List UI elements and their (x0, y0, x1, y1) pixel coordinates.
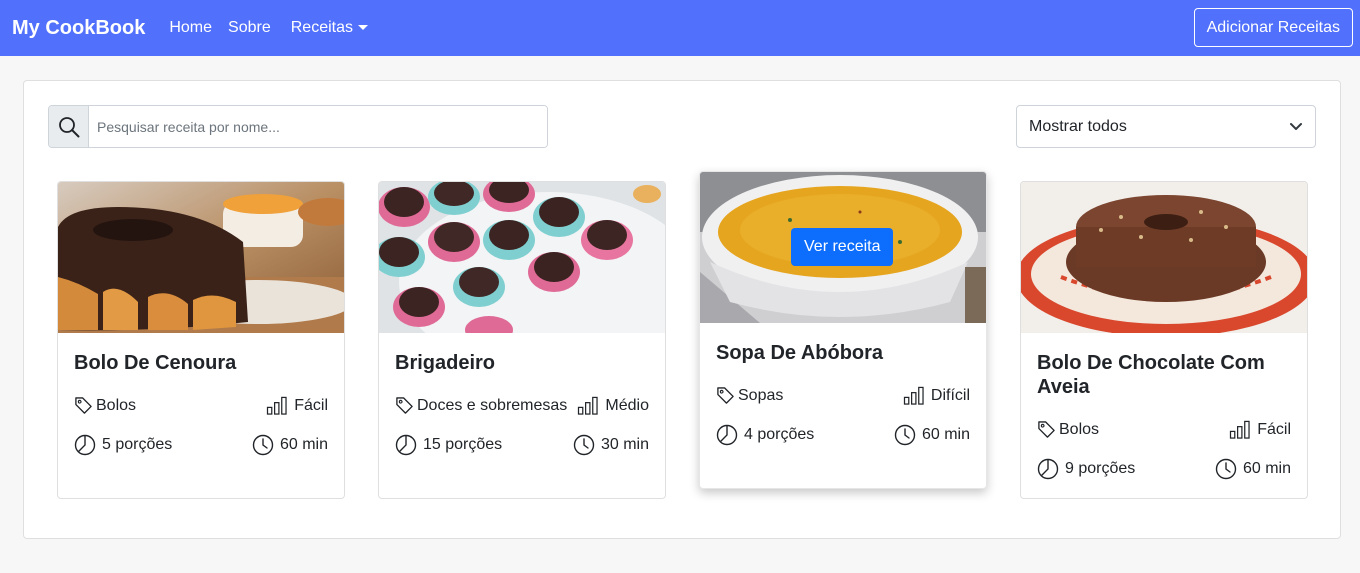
chevron-down-icon (1290, 122, 1302, 130)
search-input[interactable] (89, 106, 547, 147)
recipe-meta-row: Bolos Fácil (1021, 420, 1307, 439)
recipe-portions-label: 5 porções (102, 436, 173, 453)
clock-icon (894, 424, 916, 446)
caret-down-icon (357, 24, 368, 30)
recipe-card[interactable]: Bolo De Chocolate Com Aveia Bolos Fácil … (1020, 181, 1308, 499)
recipe-time-label: 30 min (600, 436, 649, 453)
bar-chart-icon (1230, 420, 1250, 439)
recipe-difficulty-label: Fácil (294, 396, 328, 414)
tag-icon (1038, 421, 1055, 438)
nav-recipes-label: Receitas (290, 19, 353, 36)
recipe-meta-row: 15 porções 30 min (379, 434, 665, 456)
recipe-difficulty-label: Fácil (1257, 420, 1291, 438)
recipe-image-carrot-cake (58, 182, 344, 333)
recipe-time: 60 min (252, 434, 328, 456)
recipe-portions-label: 15 porções (423, 436, 503, 453)
pie-chart-icon (716, 424, 738, 446)
recipe-portions: 4 porções (716, 424, 814, 446)
nav-home-link[interactable]: Home (169, 19, 212, 37)
recipe-time-label: 60 min (921, 426, 970, 443)
recipe-category-label: Doces e sobremesas (417, 396, 568, 414)
recipe-difficulty: Fácil (266, 396, 328, 415)
pie-chart-icon (74, 434, 96, 456)
recipe-time: 60 min (1215, 458, 1291, 480)
recipe-card[interactable]: Ver receita Sopa De Abóbora Sopas Difíci… (699, 171, 987, 489)
add-recipe-button[interactable]: Adicionar Receitas (1193, 8, 1353, 47)
brand-logo[interactable]: My CookBook (12, 17, 145, 40)
pie-chart-icon (1037, 458, 1059, 480)
recipe-difficulty-label: Difícil (930, 386, 970, 404)
recipe-category: Bolos (1037, 420, 1099, 439)
recipe-category-label: Sopas (738, 386, 784, 404)
recipe-portions-label: 9 porções (1065, 460, 1136, 477)
tag-icon (717, 387, 734, 404)
bar-chart-icon (903, 386, 924, 405)
search-group (48, 105, 548, 148)
recipe-time: 30 min (573, 434, 649, 456)
recipe-time-label: 60 min (1242, 460, 1291, 477)
bar-chart-icon (578, 396, 599, 415)
bar-chart-icon (267, 396, 287, 415)
recipe-title[interactable]: Sopa De Abóbora (700, 341, 986, 365)
recipe-portions-label: 4 porções (744, 426, 815, 443)
tag-icon (396, 397, 413, 414)
clock-icon (1215, 458, 1237, 480)
clock-icon (252, 434, 274, 456)
clock-icon (573, 434, 595, 456)
category-filter-select[interactable]: Mostrar todos (1016, 105, 1316, 148)
recipe-title[interactable]: Bolo De Chocolate Com Aveia (1021, 351, 1307, 399)
recipe-difficulty: Médio (577, 396, 649, 415)
recipe-category-label: Bolos (1059, 420, 1100, 438)
recipe-title[interactable]: Brigadeiro (379, 351, 665, 375)
recipe-card[interactable]: Brigadeiro Doces e sobremesas Médio 15 p… (378, 181, 666, 499)
recipe-difficulty-label: Médio (605, 396, 649, 414)
search-icon (49, 106, 89, 147)
recipe-meta-row: Sopas Difícil (700, 386, 986, 405)
recipe-card[interactable]: Bolo De Cenoura Bolos Fácil 5 porções 60… (57, 181, 345, 499)
view-recipe-button[interactable]: Ver receita (791, 228, 894, 266)
recipe-image-chocolate-oat-cake (1021, 182, 1307, 333)
pie-chart-icon (395, 434, 417, 456)
recipe-category: Doces e sobremesas (395, 396, 567, 415)
recipe-meta-row: 4 porções 60 min (700, 424, 986, 446)
recipe-time: 60 min (894, 424, 970, 446)
recipe-difficulty: Difícil (903, 386, 970, 405)
tag-icon (75, 397, 92, 414)
recipe-portions: 9 porções (1037, 458, 1135, 480)
recipe-image-pumpkin-soup: Ver receita (700, 172, 986, 323)
recipe-difficulty: Fácil (1229, 420, 1291, 439)
nav-about-link[interactable]: Sobre (228, 19, 271, 37)
recipe-meta-row: Bolos Fácil (58, 396, 344, 415)
recipe-meta-row: Doces e sobremesas Médio (379, 396, 665, 415)
recipe-time-label: 60 min (279, 436, 328, 453)
recipe-portions: 15 porções (395, 434, 502, 456)
nav-recipes-dropdown[interactable]: Receitas (291, 19, 368, 37)
top-navbar: My CookBook Home Sobre Receitas Adiciona… (0, 0, 1360, 56)
recipe-category: Bolos (74, 396, 136, 415)
recipe-category: Sopas (716, 386, 783, 405)
recipe-title[interactable]: Bolo De Cenoura (58, 351, 344, 375)
recipe-category-label: Bolos (96, 396, 137, 414)
select-value: Mostrar todos (1029, 117, 1127, 135)
recipe-image-brigadeiro (379, 182, 665, 333)
recipe-meta-row: 5 porções 60 min (58, 434, 344, 456)
recipe-meta-row: 9 porções 60 min (1021, 458, 1307, 480)
recipe-portions: 5 porções (74, 434, 172, 456)
recipes-panel: Mostrar todos (23, 80, 1341, 539)
